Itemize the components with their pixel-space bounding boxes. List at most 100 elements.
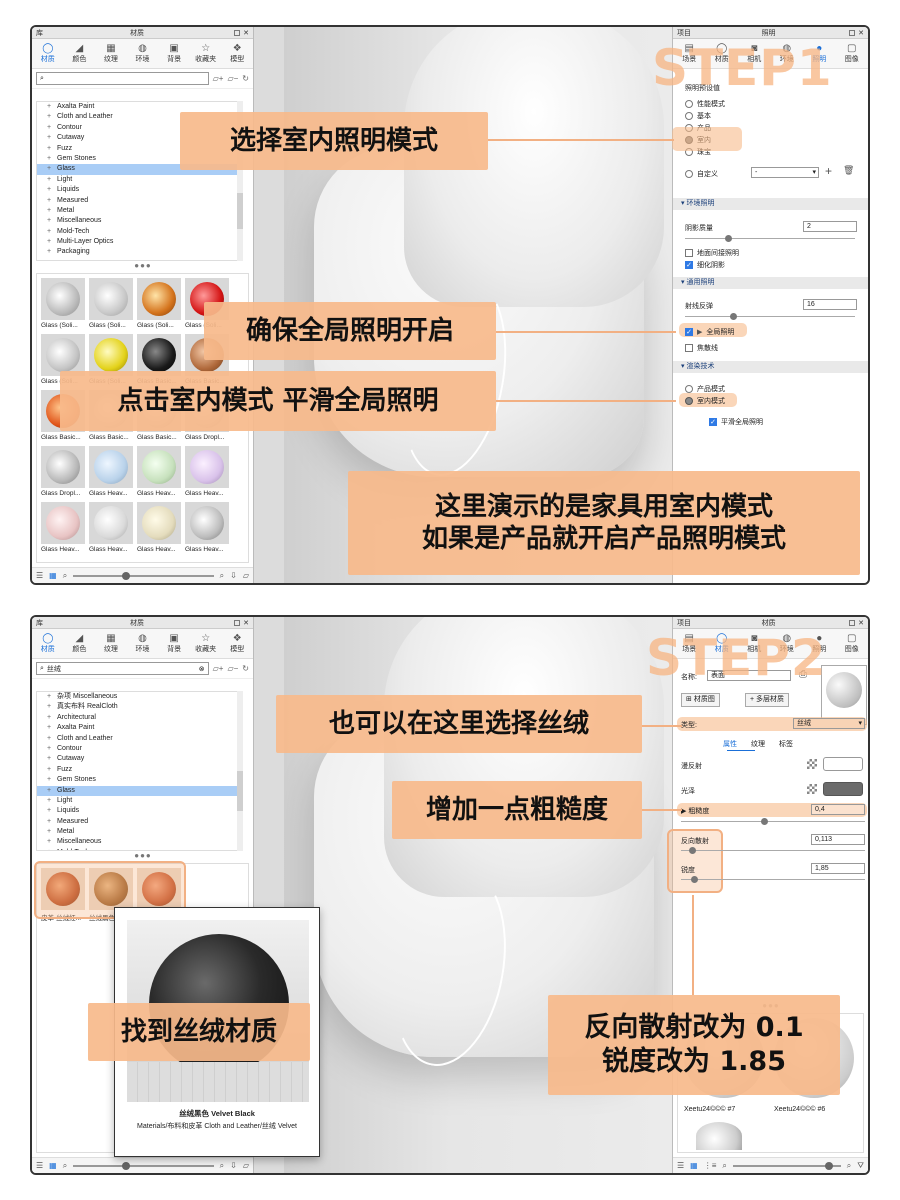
material-thumbnail[interactable]: Glass Heav... bbox=[185, 446, 231, 497]
close-icon[interactable]: ✕ bbox=[858, 29, 864, 37]
folder-remove-icon[interactable]: ▱− bbox=[227, 664, 238, 673]
refresh-icon[interactable]: ↻ bbox=[242, 664, 249, 673]
tree-item[interactable]: + Light bbox=[37, 175, 242, 185]
material-graph-button[interactable]: ⊞ 材质图 bbox=[681, 693, 720, 707]
detach-icon[interactable] bbox=[849, 29, 856, 36]
tree-item[interactable]: + Packaging bbox=[37, 247, 242, 257]
tree-item[interactable]: + Cutaway bbox=[37, 754, 242, 764]
gloss-texture-icon[interactable] bbox=[807, 784, 817, 794]
grid-view-icon[interactable]: ▦ bbox=[49, 1161, 57, 1170]
tree-item[interactable]: + Measured bbox=[37, 196, 242, 206]
caustics-row[interactable]: 焦散线 bbox=[685, 343, 718, 353]
folder-remove-icon[interactable]: ▱− bbox=[227, 74, 238, 83]
expand-icon[interactable]: + bbox=[47, 713, 51, 723]
expand-icon[interactable]: + bbox=[47, 692, 51, 702]
tree-item[interactable]: + Miscellaneous bbox=[37, 216, 242, 226]
global-illum-checkbox[interactable]: ✓ bbox=[685, 328, 693, 336]
close-icon[interactable]: ✕ bbox=[858, 619, 864, 627]
material-thumbnail[interactable]: Glass Heav... bbox=[89, 502, 135, 553]
env-lighting-section[interactable]: ▾ 环境照明 bbox=[673, 198, 868, 210]
tab-favorites[interactable]: ☆ 收藏夹 bbox=[190, 39, 222, 68]
expand-icon[interactable]: + bbox=[47, 734, 51, 744]
tab-color[interactable]: ◢ 颜色 bbox=[64, 39, 96, 68]
radio-button[interactable] bbox=[685, 100, 693, 108]
expand-icon[interactable]: + bbox=[47, 765, 51, 775]
folder-icon[interactable]: ▱ bbox=[243, 1161, 249, 1170]
ray-bounce-slider[interactable] bbox=[685, 313, 855, 320]
radio-interior-mode[interactable] bbox=[685, 397, 693, 405]
tree-item[interactable]: + 真实布料 RealCloth bbox=[37, 702, 242, 712]
tree-item[interactable]: + Glass bbox=[37, 785, 242, 796]
close-icon[interactable]: ✕ bbox=[243, 619, 249, 627]
material-sphere-3[interactable] bbox=[696, 1122, 742, 1150]
tree-item[interactable]: + Gem Stones bbox=[37, 775, 242, 785]
ray-bounce-field[interactable]: 16 bbox=[803, 299, 857, 310]
shadow-quality-field[interactable]: 2 bbox=[803, 221, 857, 232]
multilayer-button[interactable]: + 多层材质 bbox=[745, 693, 790, 707]
tree-view-icon[interactable]: ⋮≡ bbox=[704, 1161, 717, 1170]
filter-icon[interactable]: ⛛ bbox=[857, 1161, 864, 1171]
expand-icon[interactable]: + bbox=[47, 827, 51, 837]
expand-icon[interactable]: + bbox=[47, 754, 51, 764]
material-thumbnail[interactable]: Glass Dropl... bbox=[41, 446, 87, 497]
tree-item[interactable]: + Cloth and Leather bbox=[37, 734, 242, 744]
preset-option[interactable]: 基本 bbox=[685, 111, 711, 121]
tab-texture[interactable]: ▦ 纹理 bbox=[95, 39, 127, 68]
tree-item[interactable]: + Liquids bbox=[37, 185, 242, 195]
refresh-icon[interactable]: ↻ bbox=[242, 74, 249, 83]
global-illum-row[interactable]: ✓ ▶ 全局照明 bbox=[685, 327, 734, 337]
sharpness-slider[interactable] bbox=[681, 876, 865, 883]
expand-icon[interactable]: + bbox=[47, 144, 51, 154]
detach-icon[interactable] bbox=[234, 619, 241, 626]
tab-texture[interactable]: ▦ 纹理 bbox=[95, 629, 127, 658]
tab-background[interactable]: ▣ 背景 bbox=[158, 39, 190, 68]
download-icon[interactable]: ⇩ bbox=[230, 1161, 237, 1170]
gloss-color-swatch[interactable] bbox=[823, 782, 863, 796]
expand-icon[interactable]: + bbox=[47, 123, 51, 133]
material-thumbnail[interactable]: Glass (Soli... bbox=[137, 278, 183, 329]
material-thumbnail[interactable]: Glass (Soli... bbox=[89, 278, 135, 329]
roughness-slider[interactable] bbox=[681, 818, 865, 825]
detach-icon[interactable] bbox=[849, 619, 856, 626]
download-icon[interactable]: ⇩ bbox=[230, 571, 237, 580]
splitter-handle[interactable]: ●●● bbox=[32, 851, 254, 860]
zoom-in-icon[interactable]: ⌕ bbox=[220, 571, 224, 581]
expand-icon[interactable]: + bbox=[47, 185, 51, 195]
material-subtab[interactable]: 纹理 bbox=[751, 739, 765, 749]
render-tech-section[interactable]: ▾ 渲染技术 bbox=[673, 361, 868, 373]
diffuse-texture-icon[interactable] bbox=[807, 759, 817, 769]
tree-item[interactable]: + Metal bbox=[37, 206, 242, 216]
zoom-in-icon[interactable]: ⌕ bbox=[847, 1161, 851, 1171]
tree-item[interactable]: + Axalta Paint bbox=[37, 102, 242, 112]
expand-icon[interactable]: + bbox=[47, 775, 51, 785]
type-select[interactable]: 丝绒 ▾ bbox=[793, 718, 865, 729]
tree-item[interactable]: + Metal bbox=[37, 827, 242, 837]
material-thumbnail[interactable]: Glass (Soli... bbox=[41, 278, 87, 329]
material-subtab[interactable]: 属性 bbox=[723, 739, 737, 749]
expand-icon[interactable]: + bbox=[47, 154, 51, 164]
preset-custom[interactable]: 自定义 bbox=[685, 169, 718, 179]
smooth-gi-checkbox[interactable]: ✓ bbox=[709, 418, 717, 426]
folder-icon[interactable]: ▱ bbox=[243, 571, 249, 580]
render-interior-row[interactable]: 室内模式 bbox=[685, 396, 725, 406]
expand-icon[interactable]: + bbox=[47, 216, 51, 226]
shadow-quality-slider[interactable] bbox=[685, 235, 855, 242]
expand-icon[interactable]: + bbox=[47, 237, 51, 247]
roughness-field[interactable]: 0,4 bbox=[811, 804, 865, 815]
tree-item[interactable]: + Light bbox=[37, 796, 242, 806]
backscatter-slider[interactable] bbox=[681, 847, 865, 854]
refined-shadow-checkbox[interactable]: ✓ bbox=[685, 261, 693, 269]
diffuse-color-swatch[interactable] bbox=[823, 757, 863, 771]
expand-icon[interactable]: + bbox=[47, 102, 51, 112]
expand-icon[interactable]: + bbox=[47, 112, 51, 122]
tree-item[interactable]: + Miscellaneous bbox=[37, 837, 242, 847]
tab-model[interactable]: ❖ 模型 bbox=[221, 39, 253, 68]
trash-icon[interactable]: 🗑 bbox=[843, 165, 854, 176]
zoom-out-icon[interactable]: ⌕ bbox=[63, 1161, 67, 1171]
tree-item[interactable]: + 杂项 Miscellaneous bbox=[37, 692, 242, 702]
radio-button[interactable] bbox=[685, 112, 693, 120]
caustics-checkbox[interactable] bbox=[685, 344, 693, 352]
splitter-handle[interactable]: ●●● bbox=[32, 261, 254, 270]
clear-search-icon[interactable]: ⊗ bbox=[199, 665, 205, 673]
grid-view-icon[interactable]: ▦ bbox=[49, 571, 57, 580]
